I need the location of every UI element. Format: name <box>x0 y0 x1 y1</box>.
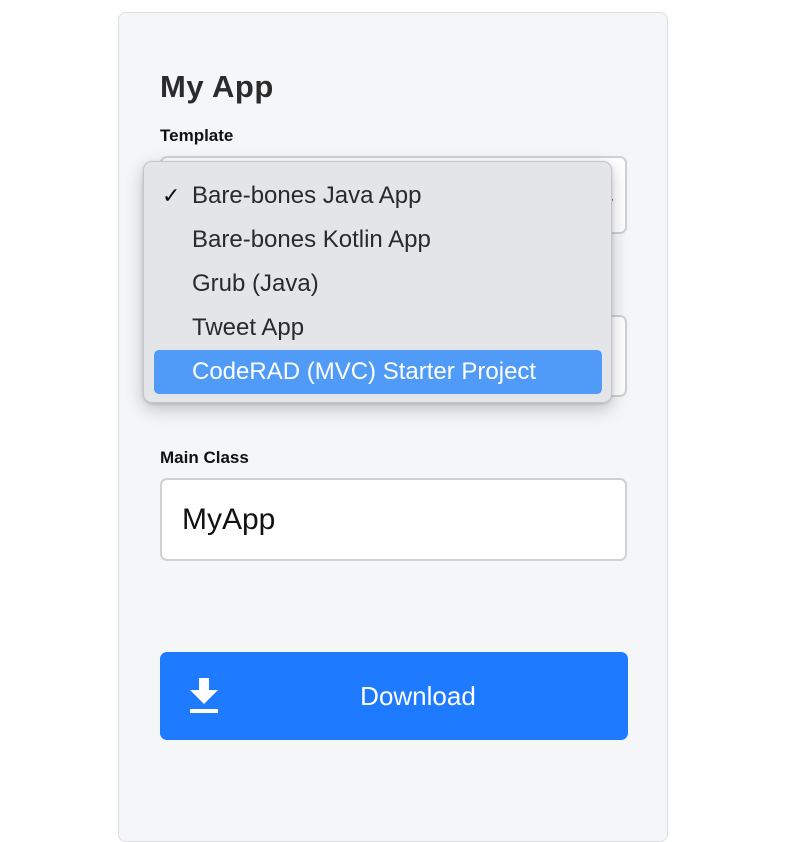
template-dropdown-menu: ✓ Bare-bones Java App Bare-bones Kotlin … <box>143 161 612 403</box>
download-label: Download <box>360 681 476 711</box>
template-label: Template <box>160 126 234 145</box>
menu-item-label: Bare-bones Java App <box>192 182 422 209</box>
menu-item-label: Grub (Java) <box>192 270 319 297</box>
menu-item-grub-java[interactable]: Grub (Java) <box>154 262 602 306</box>
menu-item-bare-bones-kotlin[interactable]: Bare-bones Kotlin App <box>154 218 602 262</box>
menu-item-coderad-starter[interactable]: CodeRAD (MVC) Starter Project <box>154 350 602 394</box>
main-class-label: Main Class <box>160 448 249 467</box>
menu-item-label: Bare-bones Kotlin App <box>192 226 431 253</box>
checkmark-icon: ✓ <box>162 183 181 208</box>
main-class-input[interactable] <box>160 478 627 561</box>
page-title: My App <box>160 69 274 104</box>
menu-item-tweet-app[interactable]: Tweet App <box>154 306 602 350</box>
menu-item-bare-bones-java[interactable]: ✓ Bare-bones Java App <box>154 174 602 218</box>
menu-item-label: CodeRAD (MVC) Starter Project <box>192 358 537 385</box>
download-button[interactable]: Download <box>160 652 628 740</box>
menu-item-label: Tweet App <box>192 314 305 341</box>
